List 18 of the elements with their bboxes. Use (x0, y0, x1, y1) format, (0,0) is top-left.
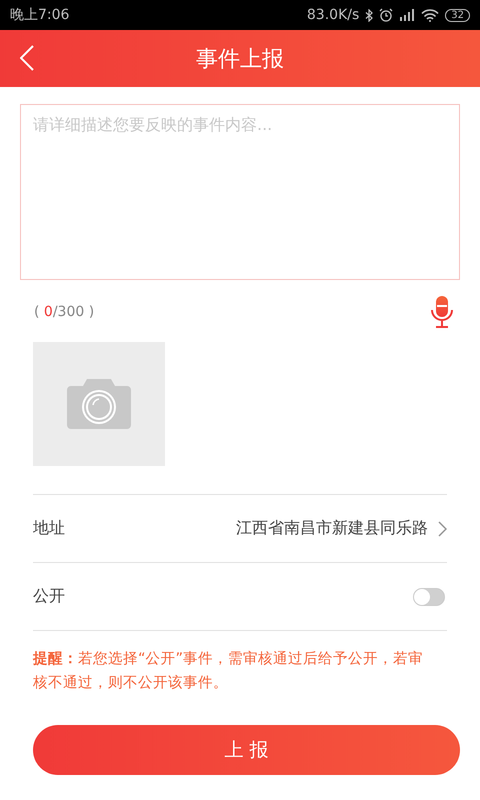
notice-text: 提醒：若您选择“公开”事件，需审核通过后给予公开，若审核不通过，则不公开该事件。 (33, 630, 447, 695)
bluetooth-icon (365, 8, 374, 22)
character-counter: ( 0/300 ) (34, 304, 94, 320)
status-time: 晚上7:06 (10, 6, 70, 24)
battery-level: 32 (445, 8, 470, 22)
microphone-icon[interactable] (430, 295, 454, 329)
camera-icon (67, 379, 131, 429)
address-label: 地址 (33, 518, 65, 539)
alarm-icon (379, 8, 394, 22)
public-toggle[interactable] (413, 588, 445, 606)
public-label: 公开 (33, 586, 65, 607)
wifi-icon (421, 8, 440, 22)
signal-icon (399, 9, 416, 21)
page-title: 事件上报 (196, 46, 284, 74)
chevron-right-icon (438, 520, 447, 536)
network-speed: 83.0K/s (306, 7, 360, 23)
submit-button[interactable]: 上 报 (33, 725, 460, 775)
address-selector[interactable]: 江西省南昌市新建县同乐路 (236, 518, 447, 539)
